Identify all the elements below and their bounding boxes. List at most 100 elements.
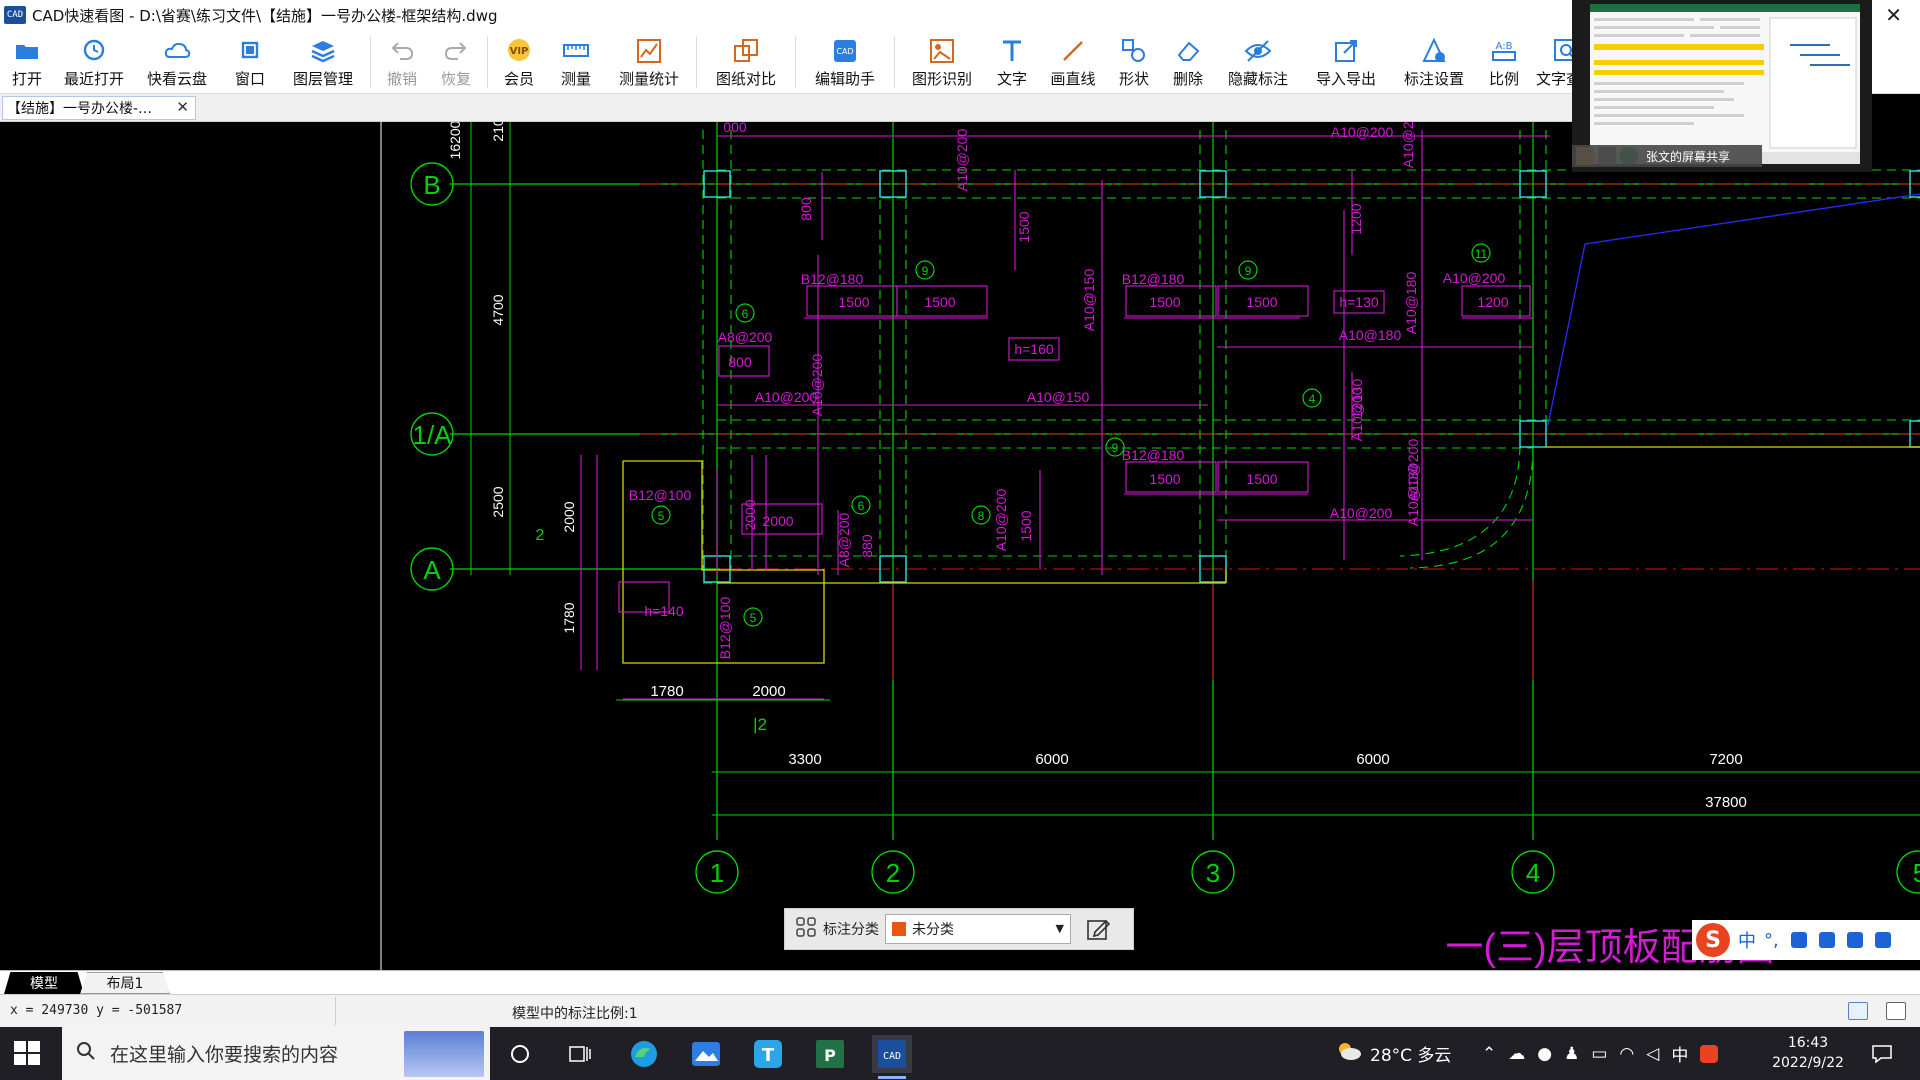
screen-share-preview[interactable]: 张文的屏幕共享	[1572, 0, 1872, 172]
rebar-annotation: 1200	[1477, 294, 1508, 310]
rebar-annotation: 880	[859, 534, 875, 558]
hide-eye-icon	[1243, 38, 1273, 64]
dimension-label: 2500	[490, 486, 506, 517]
toolbar-button-window[interactable]: 窗口	[220, 30, 280, 92]
ime-microphone-icon[interactable]	[1790, 932, 1807, 948]
cad-drawing: B1/AA12345330060006000720037800162002104…	[380, 122, 1920, 970]
ime-mode-label[interactable]: 中	[1738, 927, 1756, 953]
close-tab-icon[interactable]: ✕	[176, 98, 189, 116]
toolbar-button-folder-open[interactable]: 打开	[0, 30, 54, 92]
toolbar-button-text[interactable]: 文字	[985, 30, 1039, 92]
toolbar-button-edit-assistant[interactable]: CAD 编辑助手	[800, 30, 890, 92]
toolbar-button-redo[interactable]: 恢复	[429, 30, 483, 92]
toolbar-button-import-export[interactable]: 导入导出	[1301, 30, 1391, 92]
project-app-icon[interactable]: P	[810, 1035, 850, 1073]
tab-layout1[interactable]: 布局1	[80, 972, 170, 994]
fullscreen-icon[interactable]	[1886, 1002, 1906, 1020]
taskbar-clock[interactable]: 16:43 2022/9/22	[1760, 1033, 1856, 1073]
rebar-annotation: B12@180	[1122, 447, 1185, 463]
edge-browser-icon[interactable]	[624, 1035, 664, 1073]
rebar-annotation: A10@180	[1405, 464, 1421, 527]
toolbar-button-label: 删除	[1172, 70, 1203, 88]
toolbar-button-label: 导入导出	[1315, 70, 1376, 88]
ime-skin-icon[interactable]	[1846, 932, 1863, 948]
cloud-icon	[162, 38, 192, 64]
drawing-canvas[interactable]: B1/AA12345330060006000720037800162002104…	[0, 122, 1920, 970]
notification-icon[interactable]	[1862, 1035, 1902, 1073]
clock-date: 2022/9/22	[1772, 1055, 1844, 1071]
rebar-annotation: B12@100	[717, 597, 733, 660]
battery-icon[interactable]: ▭	[1591, 1044, 1607, 1064]
toolbar-button-vip[interactable]: VIP 会员	[492, 30, 546, 92]
cortana-icon[interactable]	[500, 1035, 540, 1073]
dimension-label: 3300	[788, 751, 821, 768]
annotation-category-select[interactable]: 未分类 ▼	[885, 914, 1071, 944]
toolbar-button-cloud[interactable]: 快看云盘	[134, 30, 220, 92]
toolbar-button-label: 标注设置	[1403, 70, 1464, 88]
text-app-icon[interactable]: T	[748, 1035, 788, 1073]
status-divider	[335, 997, 336, 1025]
volume-icon[interactable]: ◁	[1646, 1044, 1659, 1064]
wifi-icon[interactable]: ◠	[1619, 1044, 1634, 1064]
toolbar-button-hide-eye[interactable]: 隐藏标注	[1215, 30, 1301, 92]
search-highlight-image	[404, 1030, 484, 1077]
toolbar-separator	[370, 36, 371, 88]
axis-letter-label: B	[423, 170, 440, 200]
rebar-annotation: A10@200	[1330, 505, 1393, 521]
status-bar: x = 249730 y = -501587 模型中的标注比例:1	[0, 994, 1920, 1027]
snap-toggle-icon[interactable]	[1848, 1002, 1868, 1020]
toolbar-button-shape-recognition[interactable]: 图形识别	[899, 30, 985, 92]
rebar-annotation: 1500	[1016, 211, 1032, 242]
document-tab[interactable]: 【结施】一号办公楼-… ✕	[2, 96, 196, 120]
ime-punct-label[interactable]: °,	[1764, 930, 1779, 951]
toolbar-button-scale[interactable]: A:B 比例	[1477, 30, 1531, 92]
windows-start-icon[interactable]	[14, 1041, 42, 1067]
category-color-swatch	[892, 922, 906, 936]
rebar-annotation: h=160	[1014, 341, 1054, 357]
ime-tools-icon[interactable]	[1874, 932, 1891, 948]
text-icon	[997, 38, 1027, 64]
toolbar-button-shape[interactable]: 形状	[1107, 30, 1161, 92]
toolbar-button-label: 打开	[11, 70, 42, 88]
sogou-tray-icon[interactable]	[1700, 1044, 1719, 1063]
edit-category-icon[interactable]	[1085, 916, 1111, 942]
toolbar-button-ruler[interactable]: 测量	[546, 30, 606, 92]
tab-model[interactable]: 模型	[4, 972, 84, 994]
dimension-label: 6000	[1035, 751, 1068, 768]
axis-letter-label: 1/A	[412, 420, 452, 450]
toolbar-button-undo[interactable]: 撤销	[375, 30, 429, 92]
chevron-up-icon[interactable]: ⌃	[1482, 1044, 1496, 1064]
spreadsheet-thumbnail-icon	[1590, 4, 1860, 164]
sogou-logo-icon[interactable]: S	[1696, 923, 1730, 957]
photos-app-icon[interactable]	[686, 1035, 726, 1073]
folder-open-icon	[12, 38, 42, 64]
dimension-label: 2000	[752, 683, 785, 700]
toolbar-button-annotation-settings[interactable]: 标注设置	[1391, 30, 1477, 92]
onedrive-icon[interactable]: ☁	[1508, 1044, 1525, 1064]
toolbar-button-compare[interactable]: 图纸对比	[701, 30, 791, 92]
rebar-annotation: B12@180	[1122, 271, 1185, 287]
ime-keyboard-icon[interactable]	[1818, 932, 1835, 948]
toolbar-button-recent-clock[interactable]: 最近打开	[54, 30, 134, 92]
rebar-annotation: A10@130	[1349, 379, 1365, 442]
rebar-annotation: 2000	[762, 513, 793, 529]
dimension-label: 4700	[490, 294, 506, 325]
toolbar-button-eraser[interactable]: 删除	[1161, 30, 1215, 92]
toolbar-button-line[interactable]: 画直线	[1039, 30, 1107, 92]
toolbar-button-layers[interactable]: 图层管理	[280, 30, 366, 92]
toolbar-button-measure-stats[interactable]: 测量统计	[606, 30, 692, 92]
line-icon	[1058, 38, 1088, 64]
cad-viewer-taskbar-icon[interactable]: CAD	[872, 1035, 912, 1079]
taskbar-search-box[interactable]: 在这里输入你要搜索的内容	[62, 1027, 490, 1080]
weather-widget[interactable]: 28°C 多云	[1336, 1027, 1451, 1080]
grid-four-icon[interactable]	[795, 916, 817, 942]
task-view-icon[interactable]	[560, 1035, 600, 1073]
detail-circle-number: 8	[978, 509, 985, 523]
rebar-annotation: A10@200	[993, 489, 1009, 552]
people-icon[interactable]: ♟	[1564, 1044, 1579, 1064]
annotation-category-value: 未分类	[912, 922, 954, 938]
close-window-button[interactable]: ✕	[1885, 3, 1902, 27]
ime-tray-label[interactable]: 中	[1671, 1041, 1688, 1066]
axis-number-label: 1	[710, 858, 724, 888]
mic-icon[interactable]: ●	[1537, 1044, 1552, 1064]
